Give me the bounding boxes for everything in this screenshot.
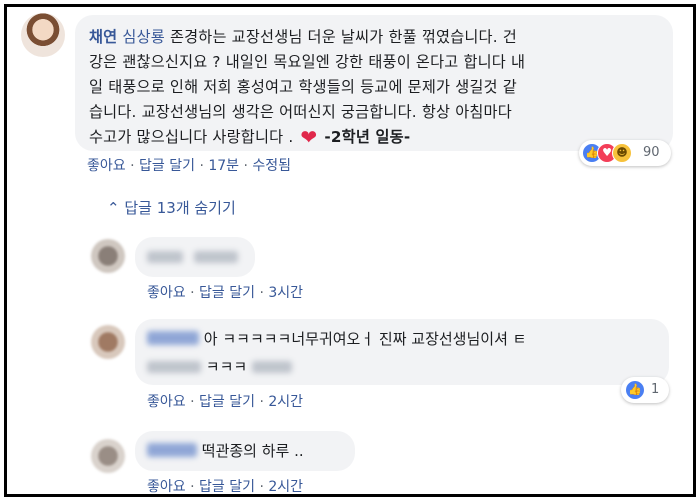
timestamp[interactable]: 17분 [208,158,239,174]
reply-text: 떡관종의 하루 .. [201,442,304,460]
tagged-user[interactable]: 심상룡 [122,28,165,46]
timestamp[interactable]: 2시간 [268,394,303,410]
reply-bubble: 아 ㅋㅋㅋㅋㅋ너무귀여오ㅓ 진짜 교장선생님이셔 ㅌ ㅋㅋㅋ [135,319,669,385]
comment-text-line: 습니다. 교장선생님의 생각은 어떠신지 궁금합니다. 항상 아침마다 [89,103,512,121]
comment-thread: 채연 심상룡 존경하는 교장선생님 더운 날씨가 한풀 꺾였습니다. 건 강은 … [4,4,696,497]
hide-replies-link[interactable]: ⌃ 답글 13개 숨기기 [107,197,236,218]
separator: · [190,285,195,301]
comment-actions: 좋아요 · 답글 달기 · 17분 · 수정됨 [87,155,291,175]
comment-author[interactable]: 채연 [89,28,117,46]
reaction-summary[interactable]: 👍 1 [621,377,669,403]
reply-bubble: 떡관종의 하루 .. [135,431,355,471]
separator: · [259,394,264,410]
edited-label[interactable]: 수정됨 [252,158,291,174]
like-link[interactable]: 좋아요 [147,479,186,494]
reply-actions: 좋아요 · 답글 달기 · 2시간 [147,391,303,411]
reply-link[interactable]: 답글 달기 [199,285,255,301]
reaction-summary[interactable]: 👍 ♥ ☻ 90 [579,140,671,166]
reply-link[interactable]: 답글 달기 [199,479,255,494]
comment-text-line: 일 태풍으로 인해 저희 홍성여고 학생들의 등교에 문제가 생길것 같 [89,78,517,96]
reply-avatar[interactable] [91,325,125,359]
reply-avatar[interactable] [91,239,125,273]
avatar[interactable] [21,13,65,57]
comment-text-line: 존경하는 교장선생님 더운 날씨가 한풀 꺾였습니다. 건 [169,28,517,46]
reaction-count: 1 [651,382,660,397]
like-link[interactable]: 좋아요 [87,158,126,174]
like-link[interactable]: 좋아요 [147,285,186,301]
comment-signature: -2학년 일동- [324,128,411,146]
reply-avatar[interactable] [91,439,125,473]
separator: · [243,158,248,174]
timestamp[interactable]: 2시간 [268,479,303,494]
blurred-name [147,251,183,263]
haha-reaction-icon: ☻ [612,143,632,163]
blurred-text [251,361,292,373]
separator: · [130,158,135,174]
chevron-up-icon: ⌃ [107,199,120,217]
separator: · [199,158,204,174]
hide-replies-label: 답글 13개 숨기기 [124,199,236,217]
reply-text: 아 ㅋㅋㅋㅋㅋ너무귀여오ㅓ 진짜 교장선생님이셔 ㅌ [203,330,527,348]
reaction-count: 90 [643,145,660,160]
blurred-text [193,251,238,263]
reply-actions: 좋아요 · 답글 달기 · 3시간 [147,282,303,302]
heart-icon: ❤ [300,125,318,149]
like-reaction-icon: 👍 [625,380,645,400]
comment-text-line: 강은 괜찮으신지요 ? 내일인 목요일엔 강한 태풍이 온다고 합니다 내 [89,53,526,71]
comment-text-line: 수고가 많으십니다 사랑합니다 . [89,128,294,146]
separator: · [190,394,195,410]
separator: · [259,479,264,495]
reply-actions: 좋아요 · 답글 달기 · 2시간 [147,476,303,495]
blurred-name [147,443,197,457]
main-comment-bubble: 채연 심상룡 존경하는 교장선생님 더운 날씨가 한풀 꺾였습니다. 건 강은 … [75,15,673,151]
reply-link[interactable]: 답글 달기 [139,158,195,174]
reply-bubble [135,237,255,277]
blurred-text [147,361,201,373]
reply-link[interactable]: 답글 달기 [199,394,255,410]
separator: · [190,479,195,495]
timestamp[interactable]: 3시간 [268,285,303,301]
blurred-name [147,331,199,345]
separator: · [259,285,264,301]
like-link[interactable]: 좋아요 [147,394,186,410]
reply-text: ㅋㅋㅋ [205,358,248,376]
